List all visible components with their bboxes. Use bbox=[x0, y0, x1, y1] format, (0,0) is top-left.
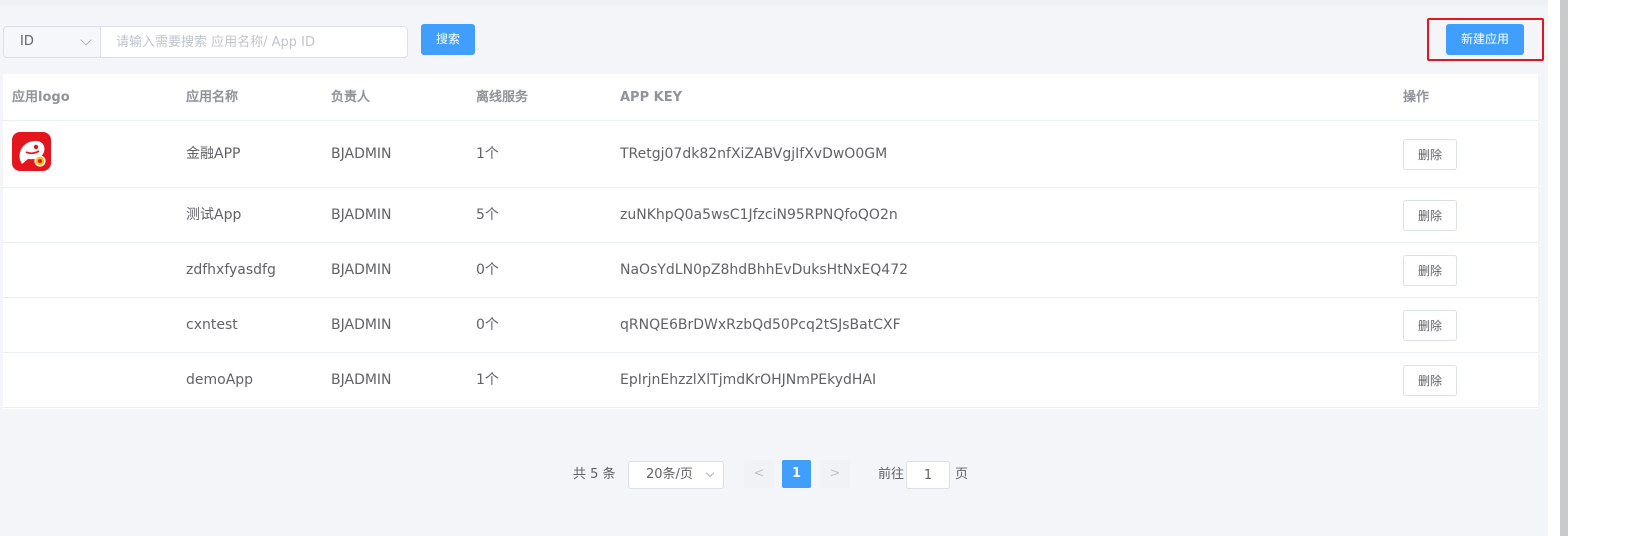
page-unit-label: 页 bbox=[955, 467, 969, 482]
app-key: TRetgj07dk82nfXiZABVgjIfXvDwO0GM bbox=[620, 146, 888, 162]
app-name: demoApp bbox=[186, 372, 254, 388]
app-logo-icon bbox=[12, 132, 51, 171]
app-key: zuNKhpQ0a5wsC1JfzciN95RPNQfoQO2n bbox=[620, 207, 898, 223]
search-input[interactable] bbox=[100, 26, 408, 58]
header-app-key: APP KEY bbox=[620, 90, 683, 105]
search-button[interactable]: 搜索 bbox=[421, 24, 475, 55]
app-name: 金融APP bbox=[186, 146, 241, 162]
header-logo: 应用logo bbox=[12, 90, 70, 105]
table-row: cxntest BJADMIN 0个 qRNQE6BrDWxRzbQd50Pcq… bbox=[3, 298, 1538, 353]
app-owner: BJADMIN bbox=[331, 146, 392, 162]
filter-select-value: ID bbox=[20, 34, 34, 49]
prev-page-button[interactable]: < bbox=[744, 460, 774, 488]
app-services: 1个 bbox=[476, 146, 499, 162]
page-size-select[interactable]: 20条/页 bbox=[628, 461, 724, 489]
app-owner: BJADMIN bbox=[331, 207, 392, 223]
chevron-right-icon: > bbox=[829, 466, 841, 481]
app-services: 1个 bbox=[476, 372, 499, 388]
filter-select[interactable]: ID bbox=[3, 26, 102, 58]
app-owner: BJADMIN bbox=[331, 372, 392, 388]
chevron-left-icon: < bbox=[753, 466, 765, 481]
app-services: 0个 bbox=[476, 262, 499, 278]
app-name: 测试App bbox=[186, 207, 242, 223]
new-app-button[interactable]: 新建应用 bbox=[1446, 24, 1524, 55]
table-row: 金融APP BJADMIN 1个 TRetgj07dk82nfXiZABVgjI… bbox=[3, 121, 1538, 188]
table-row: demoApp BJADMIN 1个 EpIrjnEhzzlXlTjmdKrOH… bbox=[3, 353, 1538, 408]
app-name: zdfhxfyasdfg bbox=[186, 262, 276, 278]
delete-button[interactable]: 删除 bbox=[1403, 139, 1457, 170]
apps-table: 应用logo 应用名称 负责人 离线服务 APP KEY 操作 金融APP BJ… bbox=[3, 74, 1538, 409]
delete-button[interactable]: 删除 bbox=[1403, 255, 1457, 286]
delete-button[interactable]: 删除 bbox=[1403, 310, 1457, 341]
next-page-button[interactable]: > bbox=[820, 460, 850, 488]
goto-page-input[interactable] bbox=[906, 461, 950, 489]
header-actions: 操作 bbox=[1403, 90, 1430, 105]
page-number-current[interactable]: 1 bbox=[782, 460, 811, 488]
header-name: 应用名称 bbox=[186, 90, 239, 105]
chevron-down-icon bbox=[705, 468, 715, 478]
app-name: cxntest bbox=[186, 317, 238, 333]
chevron-down-icon bbox=[80, 34, 92, 46]
app-services: 0个 bbox=[476, 317, 499, 333]
app-owner: BJADMIN bbox=[331, 262, 392, 278]
table-row: 测试App BJADMIN 5个 zuNKhpQ0a5wsC1JfzciN95R… bbox=[3, 188, 1538, 243]
app-key: NaOsYdLN0pZ8hdBhhEvDuksHtNxEQ472 bbox=[620, 262, 909, 278]
app-key: EpIrjnEhzzlXlTjmdKrOHJNmPEkydHAI bbox=[620, 372, 877, 388]
app-owner: BJADMIN bbox=[331, 317, 392, 333]
app-services: 5个 bbox=[476, 207, 499, 223]
app-key: qRNQE6BrDWxRzbQd50Pcq2tSJsBatCXF bbox=[620, 317, 901, 333]
pagination: 共 5 条 20条/页 < 1 > 前往 页 bbox=[0, 460, 1548, 490]
total-count: 共 5 条 bbox=[573, 467, 616, 482]
header-owner: 负责人 bbox=[331, 90, 371, 105]
table-row: zdfhxfyasdfg BJADMIN 0个 NaOsYdLN0pZ8hdBh… bbox=[3, 243, 1538, 298]
page-size-value: 20条/页 bbox=[646, 467, 693, 482]
toolbar: ID 搜索 新建应用 bbox=[0, 6, 1548, 70]
header-services: 离线服务 bbox=[476, 90, 529, 105]
goto-label: 前往 bbox=[878, 467, 905, 482]
delete-button[interactable]: 删除 bbox=[1403, 200, 1457, 231]
table-header: 应用logo 应用名称 负责人 离线服务 APP KEY 操作 bbox=[3, 74, 1538, 121]
vertical-scrollbar[interactable] bbox=[1560, 0, 1568, 536]
delete-button[interactable]: 删除 bbox=[1403, 365, 1457, 396]
